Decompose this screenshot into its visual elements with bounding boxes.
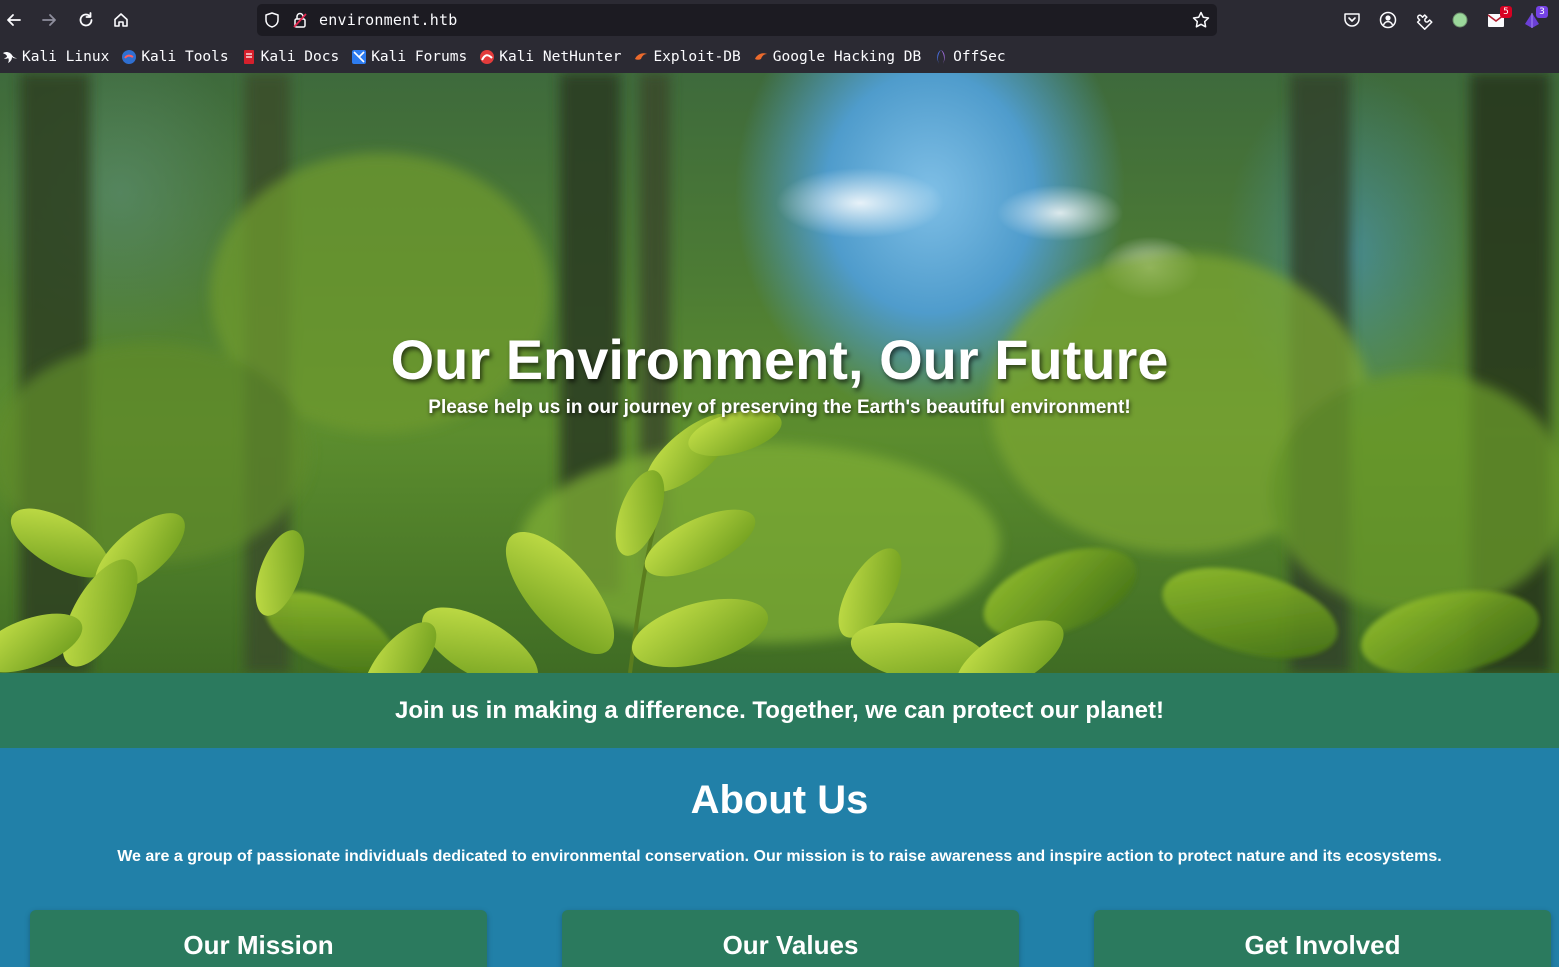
extension-purple-button[interactable]: 3	[1522, 6, 1548, 30]
hero-section: Our Environment, Our Future Please help …	[0, 73, 1559, 673]
card-our-values: Our Values	[562, 910, 1019, 967]
pocket-icon[interactable]	[1342, 10, 1362, 30]
kali-tools-icon	[122, 49, 137, 64]
bookmark-label: Kali Docs	[260, 48, 340, 65]
reload-button[interactable]	[72, 6, 100, 34]
card-title: Our Mission	[183, 930, 334, 960]
card-our-mission: Our Mission	[30, 910, 487, 967]
cta-text: Join us in making a difference. Together…	[394, 696, 1165, 724]
bookmark-label: Exploit-DB	[653, 48, 741, 65]
exploit-db-icon	[635, 52, 648, 60]
hero-title: Our Environment, Our Future	[390, 328, 1169, 391]
call-to-action-banner: Join us in making a difference. Together…	[0, 673, 1559, 748]
bookmark-exploit-db[interactable]: Exploit-DB	[633, 48, 741, 65]
purple-badge: 3	[1536, 6, 1548, 18]
insecure-lock-icon[interactable]	[291, 11, 309, 29]
bookmark-offsec[interactable]: OffSec	[933, 48, 1006, 65]
ghdb-icon	[754, 52, 767, 60]
card-title: Get Involved	[1244, 930, 1401, 960]
bookmark-google-hacking-db[interactable]: Google Hacking DB	[753, 49, 921, 65]
card-get-involved: Get Involved	[1094, 910, 1551, 967]
forward-arrow-icon	[42, 14, 56, 26]
kali-forums-icon	[352, 49, 367, 64]
extension-green-dot-icon[interactable]	[1450, 10, 1470, 30]
mail-badge: 5	[1500, 6, 1512, 18]
hero-subtitle: Please help us in our journey of preserv…	[428, 397, 1131, 418]
bookmark-kali-forums[interactable]: Kali Forums	[351, 49, 467, 65]
kali-nethunter-icon	[480, 49, 495, 64]
browser-toolbar: environment.htb 5 3	[0, 0, 1559, 40]
url-text[interactable]: environment.htb	[319, 11, 457, 29]
extension-mail-button[interactable]: 5	[1486, 6, 1512, 30]
bookmark-label: Kali Forums	[371, 48, 468, 65]
forward-button[interactable]	[35, 6, 63, 34]
tracking-protection-shield-icon[interactable]	[263, 11, 281, 29]
home-button[interactable]	[107, 6, 135, 34]
card-title: Our Values	[722, 930, 859, 960]
bookmark-label: Kali Tools	[141, 48, 229, 65]
account-icon[interactable]	[1378, 10, 1398, 30]
bookmark-label: Kali Linux	[22, 48, 110, 65]
bookmark-label: OffSec	[953, 48, 1006, 65]
bookmark-label: Kali NetHunter	[499, 48, 622, 65]
back-button[interactable]	[0, 6, 28, 34]
extensions-puzzle-icon[interactable]	[1414, 10, 1434, 30]
reload-icon	[79, 12, 93, 27]
home-icon	[114, 13, 128, 27]
bookmark-kali-nethunter[interactable]: Kali NetHunter	[479, 49, 621, 65]
about-section: About Us We are a group of passionate in…	[0, 748, 1559, 967]
web-page: Our Environment, Our Future Please help …	[0, 73, 1559, 967]
bookmark-kali-tools[interactable]: Kali Tools	[121, 48, 229, 65]
bookmark-kali-linux[interactable]: Kali Linux	[2, 49, 109, 65]
bookmarks-toolbar: Kali Linux Kali Tools Kali Docs Kali For…	[0, 40, 1559, 73]
bookmark-kali-docs[interactable]: Kali Docs	[241, 48, 340, 65]
kali-docs-icon	[243, 49, 254, 64]
address-bar[interactable]: environment.htb	[257, 4, 1217, 36]
about-title: About Us	[690, 778, 869, 822]
back-arrow-icon	[7, 14, 21, 26]
about-description: We are a group of passionate individuals…	[117, 848, 1442, 865]
kali-dragon-icon	[3, 51, 17, 63]
bookmark-star-icon[interactable]	[1191, 10, 1211, 30]
bookmark-label: Google Hacking DB	[772, 48, 922, 65]
offsec-icon	[937, 49, 945, 64]
